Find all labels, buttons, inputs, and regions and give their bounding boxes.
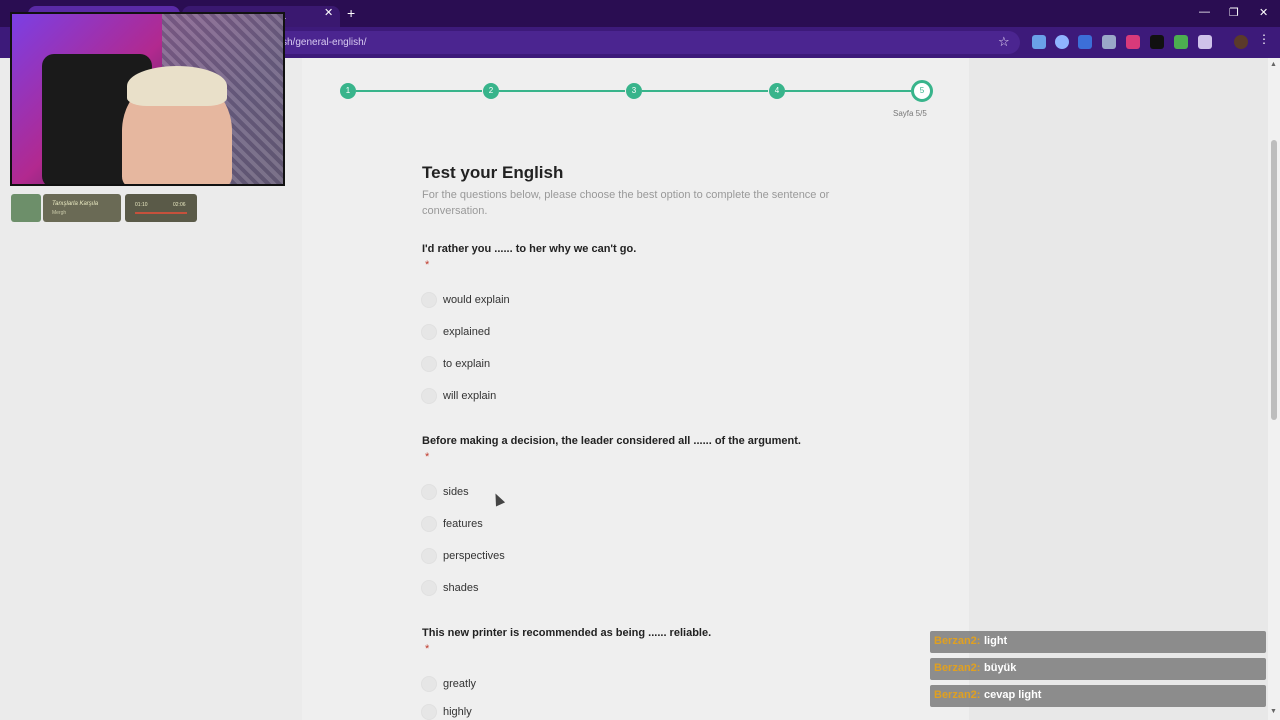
url-text: sh/general-english/ [282, 37, 367, 48]
time-elapsed: 01:10 [135, 202, 148, 208]
question-2-text: Before making a decision, the leader con… [422, 435, 801, 447]
option-label: perspectives [443, 550, 505, 562]
chat-username: Berzan2: [934, 662, 981, 674]
step-connector [499, 90, 625, 92]
form-description: For the questions below, please choose t… [422, 189, 830, 217]
chat-text: cevap light [984, 689, 1042, 701]
window-close-icon[interactable]: ✕ [1259, 6, 1268, 19]
puzzle-icon[interactable] [1198, 35, 1212, 49]
progress-stepper: 1 2 3 4 5 [338, 80, 938, 104]
scroll-down-icon[interactable]: ▼ [1270, 708, 1277, 715]
radio-button[interactable] [421, 324, 437, 340]
radio-button[interactable] [421, 676, 437, 692]
step-connector [356, 90, 482, 92]
option-label: would explain [443, 294, 510, 306]
avatar[interactable] [1234, 35, 1248, 49]
page-scrollbar[interactable]: ▲ ▼ [1268, 58, 1280, 720]
now-playing-widget: Tanışlarla Karşıla Mergh [43, 194, 121, 222]
page-title: Test your English [422, 163, 564, 182]
chat-text: light [984, 635, 1008, 647]
option-label: highly [443, 706, 472, 718]
extension-icon[interactable] [1032, 35, 1046, 49]
address-bar[interactable]: sh/general-english/ ☆ [270, 31, 1020, 54]
option-label: explained [443, 326, 491, 338]
radio-button[interactable] [421, 704, 437, 720]
extension-icon[interactable] [1174, 35, 1188, 49]
radio-button[interactable] [421, 548, 437, 564]
step-5-current: 5 [911, 80, 933, 102]
chat-username: Berzan2: [934, 689, 981, 701]
radio-button[interactable] [421, 388, 437, 404]
extension-icon[interactable] [1150, 35, 1164, 49]
kebab-menu-icon[interactable]: ⋮ [1258, 32, 1272, 46]
song-artist: Mergh [52, 210, 67, 216]
radio-button[interactable] [421, 516, 437, 532]
webcam-overlay [10, 12, 285, 186]
scrollbar-thumb[interactable] [1271, 140, 1277, 420]
streamer-hair [127, 66, 227, 106]
shield-icon[interactable] [1102, 35, 1116, 49]
radio-button[interactable] [421, 580, 437, 596]
option-label: sides [443, 486, 469, 498]
minimize-icon[interactable]: — [1199, 6, 1210, 18]
chat-message: Berzan2: cevap light [930, 685, 1266, 707]
option-label: shades [443, 582, 479, 594]
required-marker: * [425, 259, 430, 271]
form-container [302, 58, 969, 720]
option-label: greatly [443, 678, 477, 690]
progress-bar [135, 212, 187, 214]
required-marker: * [425, 643, 430, 655]
page-counter: Sayfa 5/5 [893, 109, 927, 118]
close-icon[interactable]: ✕ [324, 6, 333, 19]
radio-button[interactable] [421, 292, 437, 308]
step-connector [785, 90, 911, 92]
extension-icon[interactable] [1078, 35, 1092, 49]
step-4: 4 [769, 83, 785, 99]
chat-message: Berzan2: büyük [930, 658, 1266, 680]
chat-text: büyük [984, 662, 1017, 674]
option-label: will explain [443, 390, 497, 402]
question-3-text: This new printer is recommended as being… [422, 627, 712, 639]
step-2: 2 [483, 83, 499, 99]
option-label: features [443, 518, 483, 530]
radio-button[interactable] [421, 356, 437, 372]
chat-message: Berzan2: light [930, 631, 1266, 653]
question-1-text: I'd rather you ...... to her why we can'… [422, 243, 637, 255]
album-art [11, 194, 41, 222]
step-1: 1 [340, 83, 356, 99]
radio-button[interactable] [421, 484, 437, 500]
new-tab-icon[interactable]: + [347, 5, 355, 21]
scroll-up-icon[interactable]: ▲ [1270, 61, 1277, 68]
time-total: 02:06 [173, 202, 186, 208]
extension-icon[interactable] [1055, 35, 1069, 49]
song-title: Tanışlarla Karşıla [52, 201, 99, 207]
bookmark-star-icon[interactable]: ☆ [998, 34, 1010, 50]
extension-icon[interactable] [1126, 35, 1140, 49]
step-3: 3 [626, 83, 642, 99]
song-progress-widget: 01:10 02:06 [125, 194, 197, 222]
option-label: to explain [443, 358, 491, 370]
chat-username: Berzan2: [934, 635, 981, 647]
restore-icon[interactable]: ❐ [1229, 6, 1239, 19]
right-background [969, 58, 1268, 720]
required-marker: * [425, 451, 430, 463]
step-connector [642, 90, 768, 92]
